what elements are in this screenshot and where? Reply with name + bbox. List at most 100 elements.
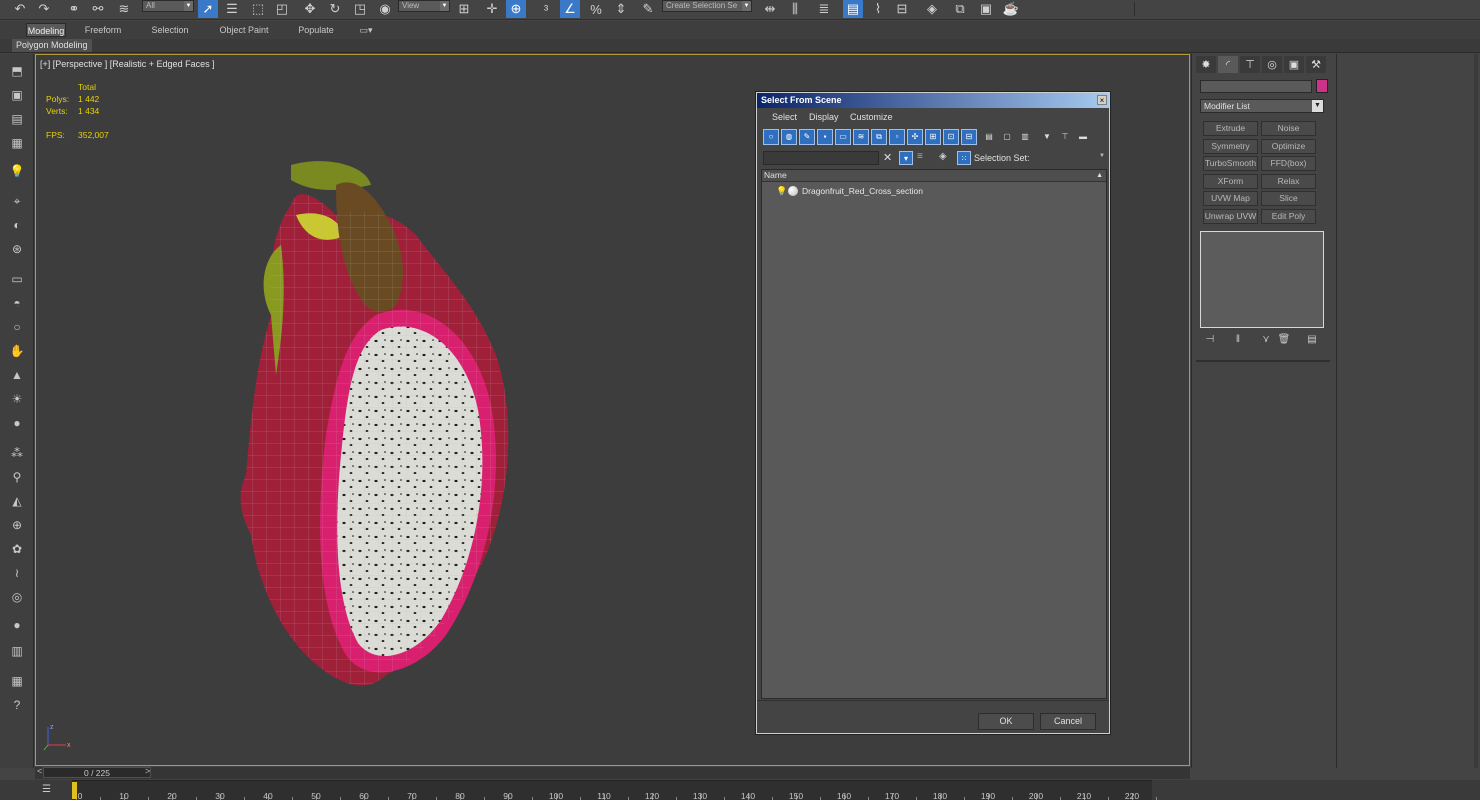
rotate-icon[interactable]: ↻ [325, 0, 345, 18]
modifier-button-xform[interactable]: XForm [1203, 173, 1258, 189]
display-containers-icon[interactable]: ⊞ [925, 129, 941, 145]
clear-filter-icon[interactable]: ✕ [883, 151, 892, 164]
select-by-name-icon[interactable]: ☰ [222, 0, 242, 18]
polygon-modeling-label[interactable]: Polygon Modeling [12, 39, 92, 52]
selection-filter-dropdown[interactable]: All ▼ [142, 0, 194, 12]
pin-icon[interactable]: ⚲ [8, 468, 26, 486]
display-lights-icon[interactable]: ✎ [799, 129, 815, 145]
sphere-gold-icon[interactable]: ● [8, 414, 26, 432]
helper-icon[interactable]: ◐ [8, 216, 26, 234]
hierarchy-tab-icon[interactable]: ⊤ [1240, 56, 1260, 73]
material-editor-icon[interactable]: ◈ [922, 0, 942, 18]
mini-curve-editor-icon[interactable]: ☰ [42, 784, 58, 796]
edit-named-sel-icon[interactable]: ✎ [638, 0, 658, 18]
display-groups-icon[interactable]: ⧉ [871, 129, 887, 145]
object-color-swatch[interactable] [1316, 79, 1328, 93]
viewport-config-icon[interactable]: ⬒ [8, 62, 26, 80]
motion-tab-icon[interactable]: ◎ [1262, 56, 1282, 73]
scale-icon[interactable]: ◳ [350, 0, 370, 18]
pivot-center-icon[interactable]: ⊞ [454, 0, 474, 18]
help-icon[interactable]: ? [8, 696, 26, 714]
tab-populate[interactable]: Populate [294, 23, 338, 37]
modifier-button-relax[interactable]: Relax [1261, 173, 1316, 189]
list-item[interactable]: 💡 Dragonfruit_Red_Cross_section [776, 185, 923, 197]
render-teapot-icon[interactable]: ☕ [1001, 0, 1021, 18]
display-cameras-icon[interactable]: ▪ [817, 129, 833, 145]
select-invert-icon[interactable]: ▥ [1017, 129, 1033, 145]
particles-icon[interactable]: ⁂ [8, 444, 26, 462]
modifier-button-unwrap-uvw[interactable]: Unwrap UVW [1203, 209, 1258, 224]
rect-selection-icon[interactable]: ⬚ [248, 0, 268, 18]
configure-sets-icon[interactable]: ▤ [1304, 334, 1320, 348]
name-filter-input[interactable] [763, 151, 879, 165]
script-icon[interactable]: ▦ [8, 672, 26, 690]
select-none-icon[interactable]: ▢ [999, 129, 1015, 145]
time-prev-button[interactable]: < [37, 766, 42, 776]
select-manipulate-icon[interactable]: ✛ [482, 0, 502, 18]
reference-coord-dropdown[interactable]: View ▼ [398, 0, 450, 12]
link-icon[interactable]: ⚭ [64, 0, 84, 18]
filter-toggle-icon[interactable]: ▾ [899, 151, 913, 165]
utilities-tab-icon[interactable]: ⚒ [1306, 56, 1326, 73]
make-unique-icon[interactable]: ⋎ [1258, 334, 1274, 348]
ok-button[interactable]: OK [978, 713, 1034, 730]
remove-modifier-icon[interactable]: 🗑 [1276, 334, 1292, 348]
angle-snap-icon[interactable]: ∠ [560, 0, 580, 18]
render-setup-icon[interactable]: ⧉ [950, 0, 970, 18]
percent-snap-icon[interactable]: % [586, 0, 606, 18]
close-icon[interactable]: × [1097, 95, 1107, 105]
unlink-icon[interactable]: ⚯ [88, 0, 108, 18]
timeline-ruler[interactable]: 0 10 20 30 40 50 60 70 80 90 100 110 120 130 140 150 160… [72, 780, 1157, 800]
tab-object-paint[interactable]: Object Paint [214, 23, 274, 37]
modifier-stack[interactable] [1200, 231, 1324, 328]
tab-modeling[interactable]: Modeling [26, 23, 66, 37]
dragonfruit-model[interactable] [196, 155, 526, 705]
window-crossing-icon[interactable]: ◰ [272, 0, 292, 18]
curve-editor-icon[interactable]: ⌇ [868, 0, 888, 18]
menu-select[interactable]: Select [772, 112, 797, 122]
display-xrefs-icon[interactable]: ▫ [889, 129, 905, 145]
grid-table-icon[interactable]: ▦ [8, 134, 26, 152]
pin-stack-icon[interactable]: ⊣ [1202, 334, 1218, 348]
document-icon[interactable]: ▤ [8, 110, 26, 128]
viewport-label[interactable]: [+] [Perspective ] [Realistic + Edged Fa… [40, 59, 215, 69]
mirror-icon[interactable]: ⇹ [760, 0, 780, 18]
light-bulb-icon[interactable]: 💡 [8, 162, 26, 180]
select-all-icon[interactable]: ▤ [981, 129, 997, 145]
tab-selection[interactable]: Selection [148, 23, 192, 37]
tab-freeform[interactable]: Freeform [82, 23, 124, 37]
time-next-button[interactable]: > [145, 766, 150, 776]
create-tab-icon[interactable]: ✸ [1196, 56, 1216, 73]
selection-set-dropdown[interactable]: ▼ [1099, 153, 1105, 159]
hair-icon[interactable]: ≀ [8, 564, 26, 582]
menu-display[interactable]: Display [809, 112, 839, 122]
display-spacewarps-icon[interactable]: ≋ [853, 129, 869, 145]
scene-object-list[interactable]: Name ▲ 💡 Dragonfruit_Red_Cross_section [761, 169, 1107, 699]
mesh-icon[interactable]: ◭ [8, 492, 26, 510]
time-slider[interactable]: 0 / 225 [43, 767, 151, 778]
collapse-icon[interactable]: ▬ [1075, 129, 1091, 145]
modifier-button-uvw-map[interactable]: UVW Map [1203, 191, 1258, 207]
rendered-frame-icon[interactable]: ▣ [976, 0, 996, 18]
display-frozen-icon[interactable]: ⊡ [943, 129, 959, 145]
show-end-result-icon[interactable]: ‖ [1230, 334, 1246, 348]
sphere-primitive-icon[interactable]: ○ [8, 318, 26, 336]
material-sphere-icon[interactable]: ● [8, 616, 26, 634]
display-geometry-icon[interactable]: ○ [763, 129, 779, 145]
move-icon[interactable]: ✥ [300, 0, 320, 18]
placement-icon[interactable]: ◉ [375, 0, 395, 18]
modifier-button-turbosmooth[interactable]: TurboSmooth [1203, 156, 1258, 172]
display-hidden-icon[interactable]: ⊟ [961, 129, 977, 145]
panel-scrollbar[interactable] [1474, 54, 1478, 768]
modifier-button-symmetry[interactable]: Symmetry [1203, 138, 1258, 154]
light-bulb-icon[interactable]: 💡 [776, 186, 787, 196]
spinner-snap-icon[interactable]: ⇕ [611, 0, 631, 18]
film-icon[interactable]: ⊛ [8, 240, 26, 258]
sort-filter-icon[interactable]: ⊤ [1057, 129, 1073, 145]
sun-light-icon[interactable]: ☀ [8, 390, 26, 408]
modifier-button-edit-poly[interactable]: Edit Poly [1261, 209, 1316, 224]
modifier-button-noise[interactable]: Noise [1261, 121, 1316, 136]
dialog-title[interactable]: Select From Scene [757, 93, 1109, 108]
display-tab-icon[interactable]: ▣ [1284, 56, 1304, 73]
modifier-button-ffd-box[interactable]: FFD(box) [1261, 156, 1316, 172]
